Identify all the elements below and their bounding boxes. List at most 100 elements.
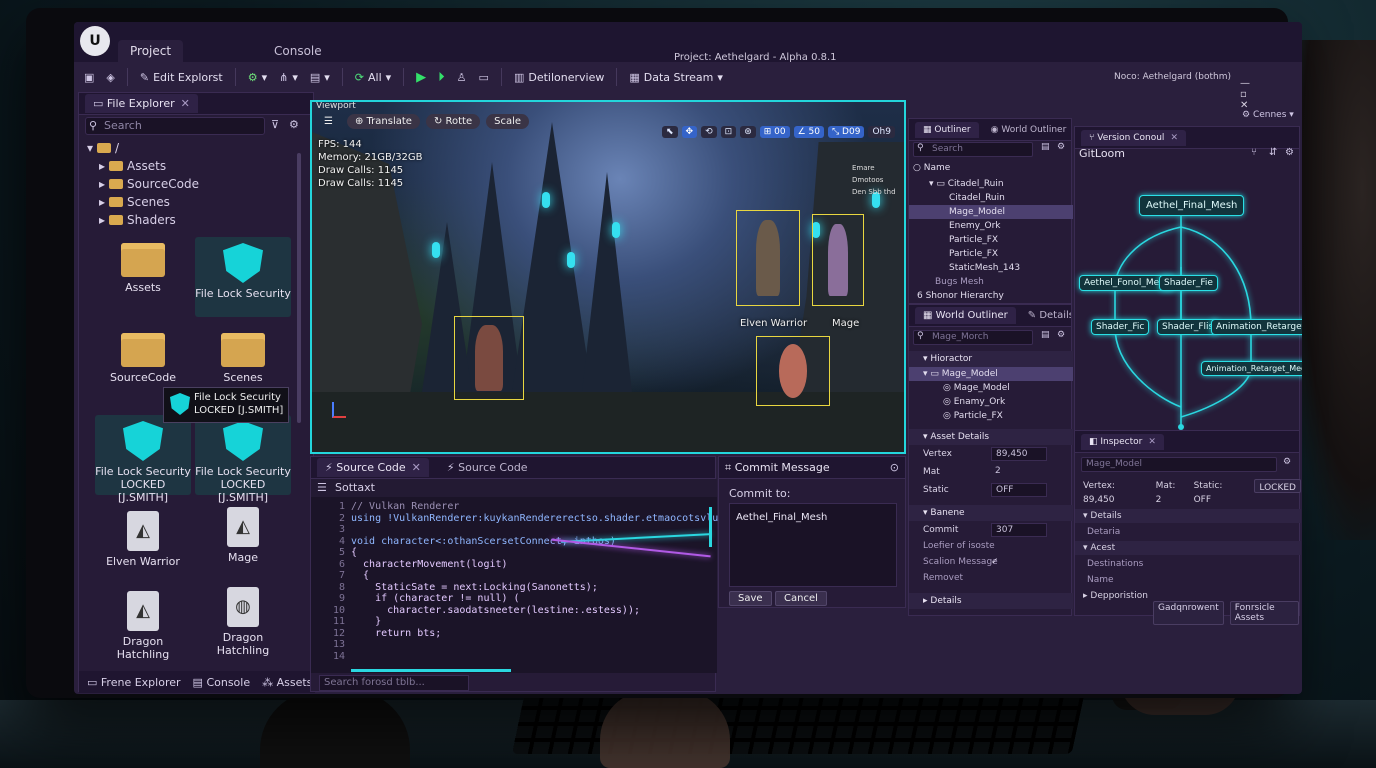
code-editor[interactable]: 1 2 3 4 5 6 7 8 9 10 11 12 13 14 // Vulkan Renderer us… (311, 497, 778, 673)
filter-icon[interactable]: ▤ (1041, 330, 1050, 340)
details-header[interactable]: ▸ Details (909, 593, 1073, 609)
outliner-row-selected[interactable]: Mage_Model (909, 205, 1073, 219)
footer-button-a[interactable]: Gadqnrowent (1153, 601, 1224, 625)
asset-tile-file-lock-locked[interactable]: File Lock Security LOCKED [J.SMITH] (95, 415, 191, 504)
tab-console-bottom[interactable]: ▤ Console (193, 676, 251, 689)
vc-node[interactable]: Animation_Retarget (1211, 319, 1302, 335)
stop-icon[interactable]: ▭ (479, 71, 489, 84)
world-icon[interactable]: ⊛ (740, 126, 756, 138)
gear-icon[interactable]: ⚙ (289, 118, 299, 131)
filter-icon[interactable]: ⊽ (271, 118, 279, 131)
hierarchy-header[interactable]: ▾ Hioractor (909, 351, 1073, 367)
asset-tile-file-lock[interactable]: File Lock Security (195, 237, 291, 317)
prop-static-dropdown[interactable]: OFF (991, 483, 1047, 497)
asset-details-header[interactable]: ▾ Asset Details (909, 429, 1073, 445)
tree-item-sourcecode[interactable]: ▸ SourceCode (87, 175, 199, 193)
world-row-selected[interactable]: ▾ ▭ Mage_Model (909, 367, 1073, 381)
angle-snap-chip[interactable]: ∠ 50 (793, 126, 824, 138)
outliner-row[interactable]: Particle_FX (909, 247, 1073, 261)
world-row[interactable]: ◎ Particle_FX (909, 409, 1073, 423)
save-button[interactable]: Save (729, 591, 772, 606)
tab-frene-explorer[interactable]: ▭ Frene Explorer (87, 676, 181, 689)
scrollbar[interactable] (297, 153, 301, 423)
asset-tile-mage[interactable]: ◭ Mage (195, 503, 291, 583)
viewport-panel[interactable]: Elven Warrior Mage Viewport ☰ ⊕ Translat… (310, 100, 906, 454)
commit-message-input[interactable]: Aethel_Final_Mesh (729, 503, 897, 587)
menu-icon[interactable]: ☰ (316, 114, 341, 129)
asset-tile-dragon-hatchling-2[interactable]: ◍ Dragon Hatchling (195, 583, 291, 663)
all-dropdown[interactable]: ⟳ All ▾ (355, 71, 391, 84)
world-row[interactable]: ◎ Enamy_Ork (909, 395, 1073, 409)
world-search-input[interactable]: Mage_Morch (913, 330, 1033, 345)
tree-root[interactable]: ▾ / (87, 139, 199, 157)
gear-icon[interactable]: ⚙ (1057, 330, 1065, 340)
inspector-row[interactable]: Destinations (1075, 557, 1301, 571)
tab-outliner[interactable]: ▦ Outliner (915, 121, 979, 138)
vc-node[interactable]: Animation_Retarget_Mech (1201, 361, 1302, 376)
filter-icon[interactable]: ▤ (1041, 142, 1050, 152)
tab-console[interactable]: Console (262, 40, 334, 62)
move-icon[interactable]: ✥ (681, 126, 698, 138)
window-controls[interactable]: — ▫ ✕ (1240, 78, 1302, 111)
grid-snap-chip[interactable]: ⊞ 00 (759, 126, 790, 138)
outliner-row[interactable]: Enemy_Ork (909, 219, 1073, 233)
vc-node[interactable]: Shader_Flis (1157, 319, 1219, 335)
corner-settings[interactable]: ⚙ Cennes ▾ (1242, 110, 1294, 120)
tab-inspector[interactable]: ◧ Inspector ✕ (1081, 433, 1164, 450)
prop-commit-value[interactable]: 307 (991, 523, 1047, 537)
world-row[interactable]: ◎ Mage_Model (909, 381, 1073, 395)
play-forward-icon[interactable]: ⏵ (438, 70, 445, 85)
elven-warrior-bbox[interactable] (736, 210, 800, 306)
gear-icon[interactable]: ⚙ (1057, 142, 1065, 152)
tab-project[interactable]: Project (118, 40, 184, 62)
tab-file-explorer[interactable]: ▭ File Explorer ✕ (85, 94, 198, 113)
info-icon[interactable]: ⊙ (890, 461, 899, 474)
tab-source-code-2[interactable]: ⚡ Source Code (439, 458, 536, 477)
asset-tile-assets[interactable]: Assets (95, 237, 191, 317)
vc-node[interactable]: Shader_Fie (1159, 275, 1218, 291)
asset-tile-file-lock-locked-2[interactable]: File Lock Security LOCKED [J.SMITH] (195, 415, 291, 504)
tree-item-assets[interactable]: ▸ Assets (87, 157, 199, 175)
tab-source-code[interactable]: ⚡ Source Code ✕ (317, 458, 429, 477)
play-icon[interactable]: ▶ (416, 70, 426, 85)
tree-item-shaders[interactable]: ▸ Shaders (87, 211, 199, 229)
close-icon[interactable]: ✕ (1148, 437, 1156, 447)
tab-world-outliner-2[interactable]: ▦ World Outliner (915, 307, 1016, 324)
dragon-bbox[interactable] (756, 336, 830, 406)
asset-tile-elven-warrior[interactable]: ◭ Elven Warrior (95, 507, 191, 587)
menu-icon[interactable]: ☰ (317, 479, 327, 497)
rotate-button[interactable]: ↻ Rotte (425, 114, 481, 129)
select-icon[interactable]: ⬉ (662, 126, 678, 138)
enemy-bbox[interactable] (454, 316, 524, 400)
vc-node[interactable]: Shader_Fic (1091, 319, 1150, 335)
outliner-row[interactable]: Particle_FX (909, 233, 1073, 247)
close-icon[interactable]: ✕ (181, 97, 190, 110)
prop-mat-value[interactable]: 2 (991, 465, 1047, 479)
inspector-section[interactable]: ▾ Details (1075, 509, 1301, 523)
prop-vertex-value[interactable]: 89,450 (991, 447, 1047, 461)
mage-bbox[interactable] (812, 214, 864, 306)
rotate-icon[interactable]: ⟲ (701, 126, 717, 138)
data-stream-dropdown[interactable]: ▦ Data Stream ▾ (629, 71, 723, 84)
outliner-row[interactable]: ▾ ▭ Citadel_Ruin (909, 177, 1073, 191)
horizontal-scrollbar[interactable] (351, 669, 511, 672)
simulate-icon[interactable]: ♙ (457, 71, 467, 84)
cube-icon[interactable]: ◈ (106, 71, 114, 84)
camera-speed-chip[interactable]: Oh9 (868, 126, 895, 138)
outliner-row[interactable]: Bugs Mesh (909, 275, 1073, 289)
banene-header[interactable]: ▾ Banene (909, 505, 1073, 521)
inspector-name-field[interactable]: Mage_Model (1081, 457, 1277, 472)
asset-tile-dragon-hatchling[interactable]: ◭ Dragon Hatchling (95, 587, 191, 667)
camera-dropdown[interactable]: ▤ ▾ (310, 71, 330, 84)
inspector-row[interactable]: Detaria (1075, 525, 1301, 539)
vc-node-head[interactable]: Aethel_Final_Mesh (1139, 195, 1245, 216)
cancel-button[interactable]: Cancel (775, 591, 827, 606)
tree-item-scenes[interactable]: ▸ Scenes (87, 193, 199, 211)
inspector-row[interactable]: Name (1075, 573, 1301, 587)
scale-icon[interactable]: ⊡ (720, 126, 737, 138)
code-search-input[interactable]: Search forosd tblb... (319, 675, 469, 691)
settings-dropdown[interactable]: ⚙ ▾ (248, 71, 267, 84)
gear-icon[interactable]: ⚙ (1283, 457, 1291, 467)
prop-scalion-check[interactable]: ✓ (991, 557, 999, 567)
file-search-input[interactable]: Search (85, 117, 265, 135)
